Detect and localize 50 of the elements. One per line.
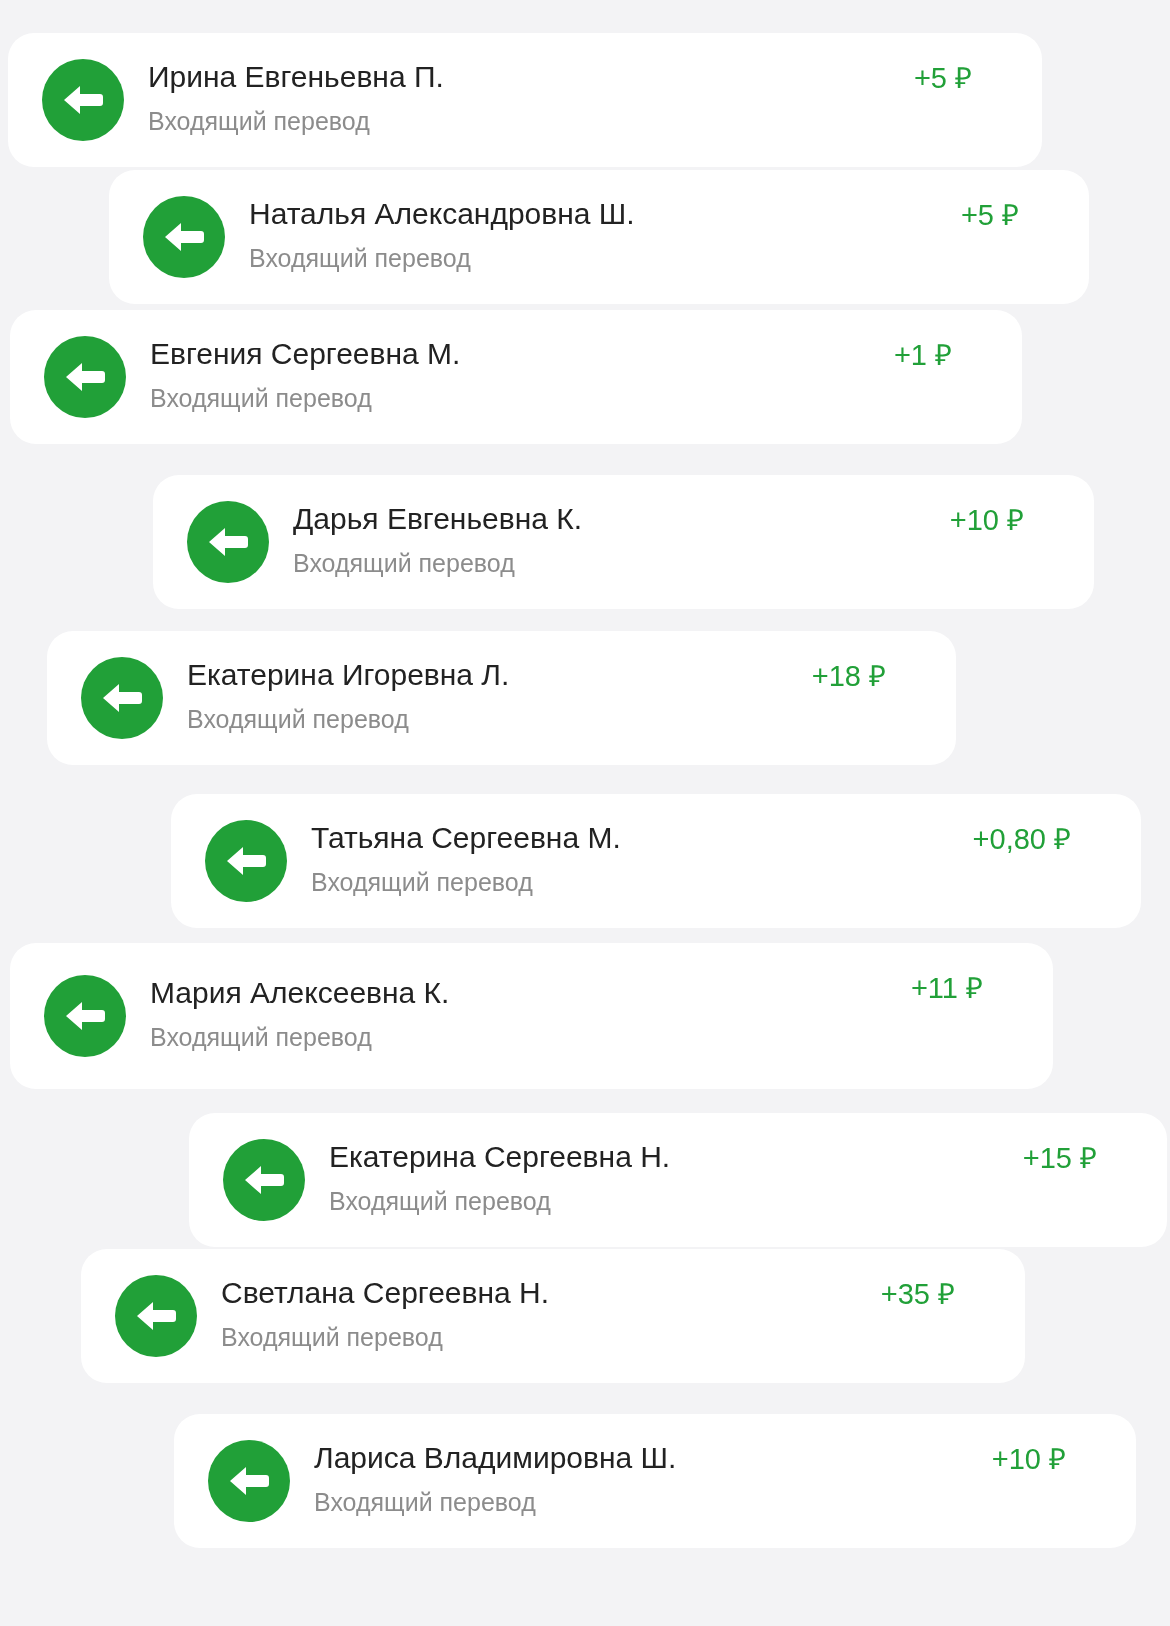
sender-name: Татьяна Сергеевна М. — [311, 820, 622, 857]
transaction-card[interactable]: Евгения Сергеевна М. Входящий перевод +1 ₽ — [10, 310, 1022, 444]
transfer-type: Входящий перевод — [293, 548, 516, 580]
arrow-left-icon — [81, 657, 163, 739]
sender-name: Лариса Владимировна Ш. — [314, 1440, 678, 1477]
transfer-type: Входящий перевод — [150, 383, 373, 415]
arrow-left-icon — [187, 501, 269, 583]
sender-name: Дарья Евгеньевна К. — [293, 501, 584, 538]
amount: +18 ₽ — [811, 659, 886, 694]
transaction-card[interactable]: Светлана Сергеевна Н. Входящий перевод +35 ₽ — [81, 1249, 1025, 1383]
amount: +10 ₽ — [991, 1442, 1066, 1477]
amount: +5 ₽ — [913, 61, 972, 96]
amount: +1 ₽ — [893, 338, 952, 373]
transfer-type: Входящий перевод — [314, 1487, 537, 1519]
transaction-card[interactable]: Татьяна Сергеевна М. Входящий перевод +0,80 ₽ — [171, 794, 1141, 928]
transfer-type: Входящий перевод — [150, 1022, 373, 1054]
transaction-card[interactable]: Ирина Евгеньевна П. Входящий перевод +5 ₽ — [8, 33, 1042, 167]
arrow-left-icon — [223, 1139, 305, 1221]
amount: +0,80 ₽ — [972, 822, 1071, 857]
transfer-type: Входящий перевод — [249, 243, 472, 275]
transaction-card[interactable]: Наталья Александровна Ш. Входящий перевод +5 ₽ — [109, 170, 1089, 304]
transfer-type: Входящий перевод — [329, 1186, 552, 1218]
transfer-type: Входящий перевод — [148, 106, 371, 138]
arrow-left-icon — [143, 196, 225, 278]
arrow-left-icon — [205, 820, 287, 902]
sender-name: Екатерина Игоревна Л. — [187, 657, 511, 694]
transaction-card[interactable]: Екатерина Игоревна Л. Входящий перевод +18 ₽ — [47, 631, 956, 765]
transfer-type: Входящий перевод — [311, 867, 534, 899]
amount: +5 ₽ — [960, 198, 1019, 233]
amount: +15 ₽ — [1022, 1141, 1097, 1176]
arrow-left-icon — [42, 59, 124, 141]
sender-name: Наталья Александровна Ш. — [249, 196, 636, 233]
amount: +11 ₽ — [910, 971, 983, 1006]
arrow-left-icon — [44, 336, 126, 418]
transfer-type: Входящий перевод — [187, 704, 410, 736]
arrow-left-icon — [208, 1440, 290, 1522]
amount: +10 ₽ — [949, 503, 1024, 538]
arrow-left-icon — [115, 1275, 197, 1357]
transaction-card[interactable]: Екатерина Сергеевна Н. Входящий перевод +15 ₽ — [189, 1113, 1167, 1247]
sender-name: Светлана Сергеевна Н. — [221, 1275, 551, 1312]
sender-name: Екатерина Сергеевна Н. — [329, 1139, 672, 1176]
amount: +35 ₽ — [880, 1277, 955, 1312]
transaction-card[interactable]: Дарья Евгеньевна К. Входящий перевод +10 ₽ — [153, 475, 1094, 609]
transfer-type: Входящий перевод — [221, 1322, 444, 1354]
transaction-card[interactable]: Лариса Владимировна Ш. Входящий перевод +10 ₽ — [174, 1414, 1136, 1548]
sender-name: Евгения Сергеевна М. — [150, 336, 462, 373]
sender-name: Мария Алексеевна К. — [150, 975, 451, 1012]
arrow-left-icon — [44, 975, 126, 1057]
transaction-card[interactable]: Мария Алексеевна К. Входящий перевод +11 ₽ — [10, 943, 1053, 1089]
sender-name: Ирина Евгеньевна П. — [148, 59, 445, 96]
